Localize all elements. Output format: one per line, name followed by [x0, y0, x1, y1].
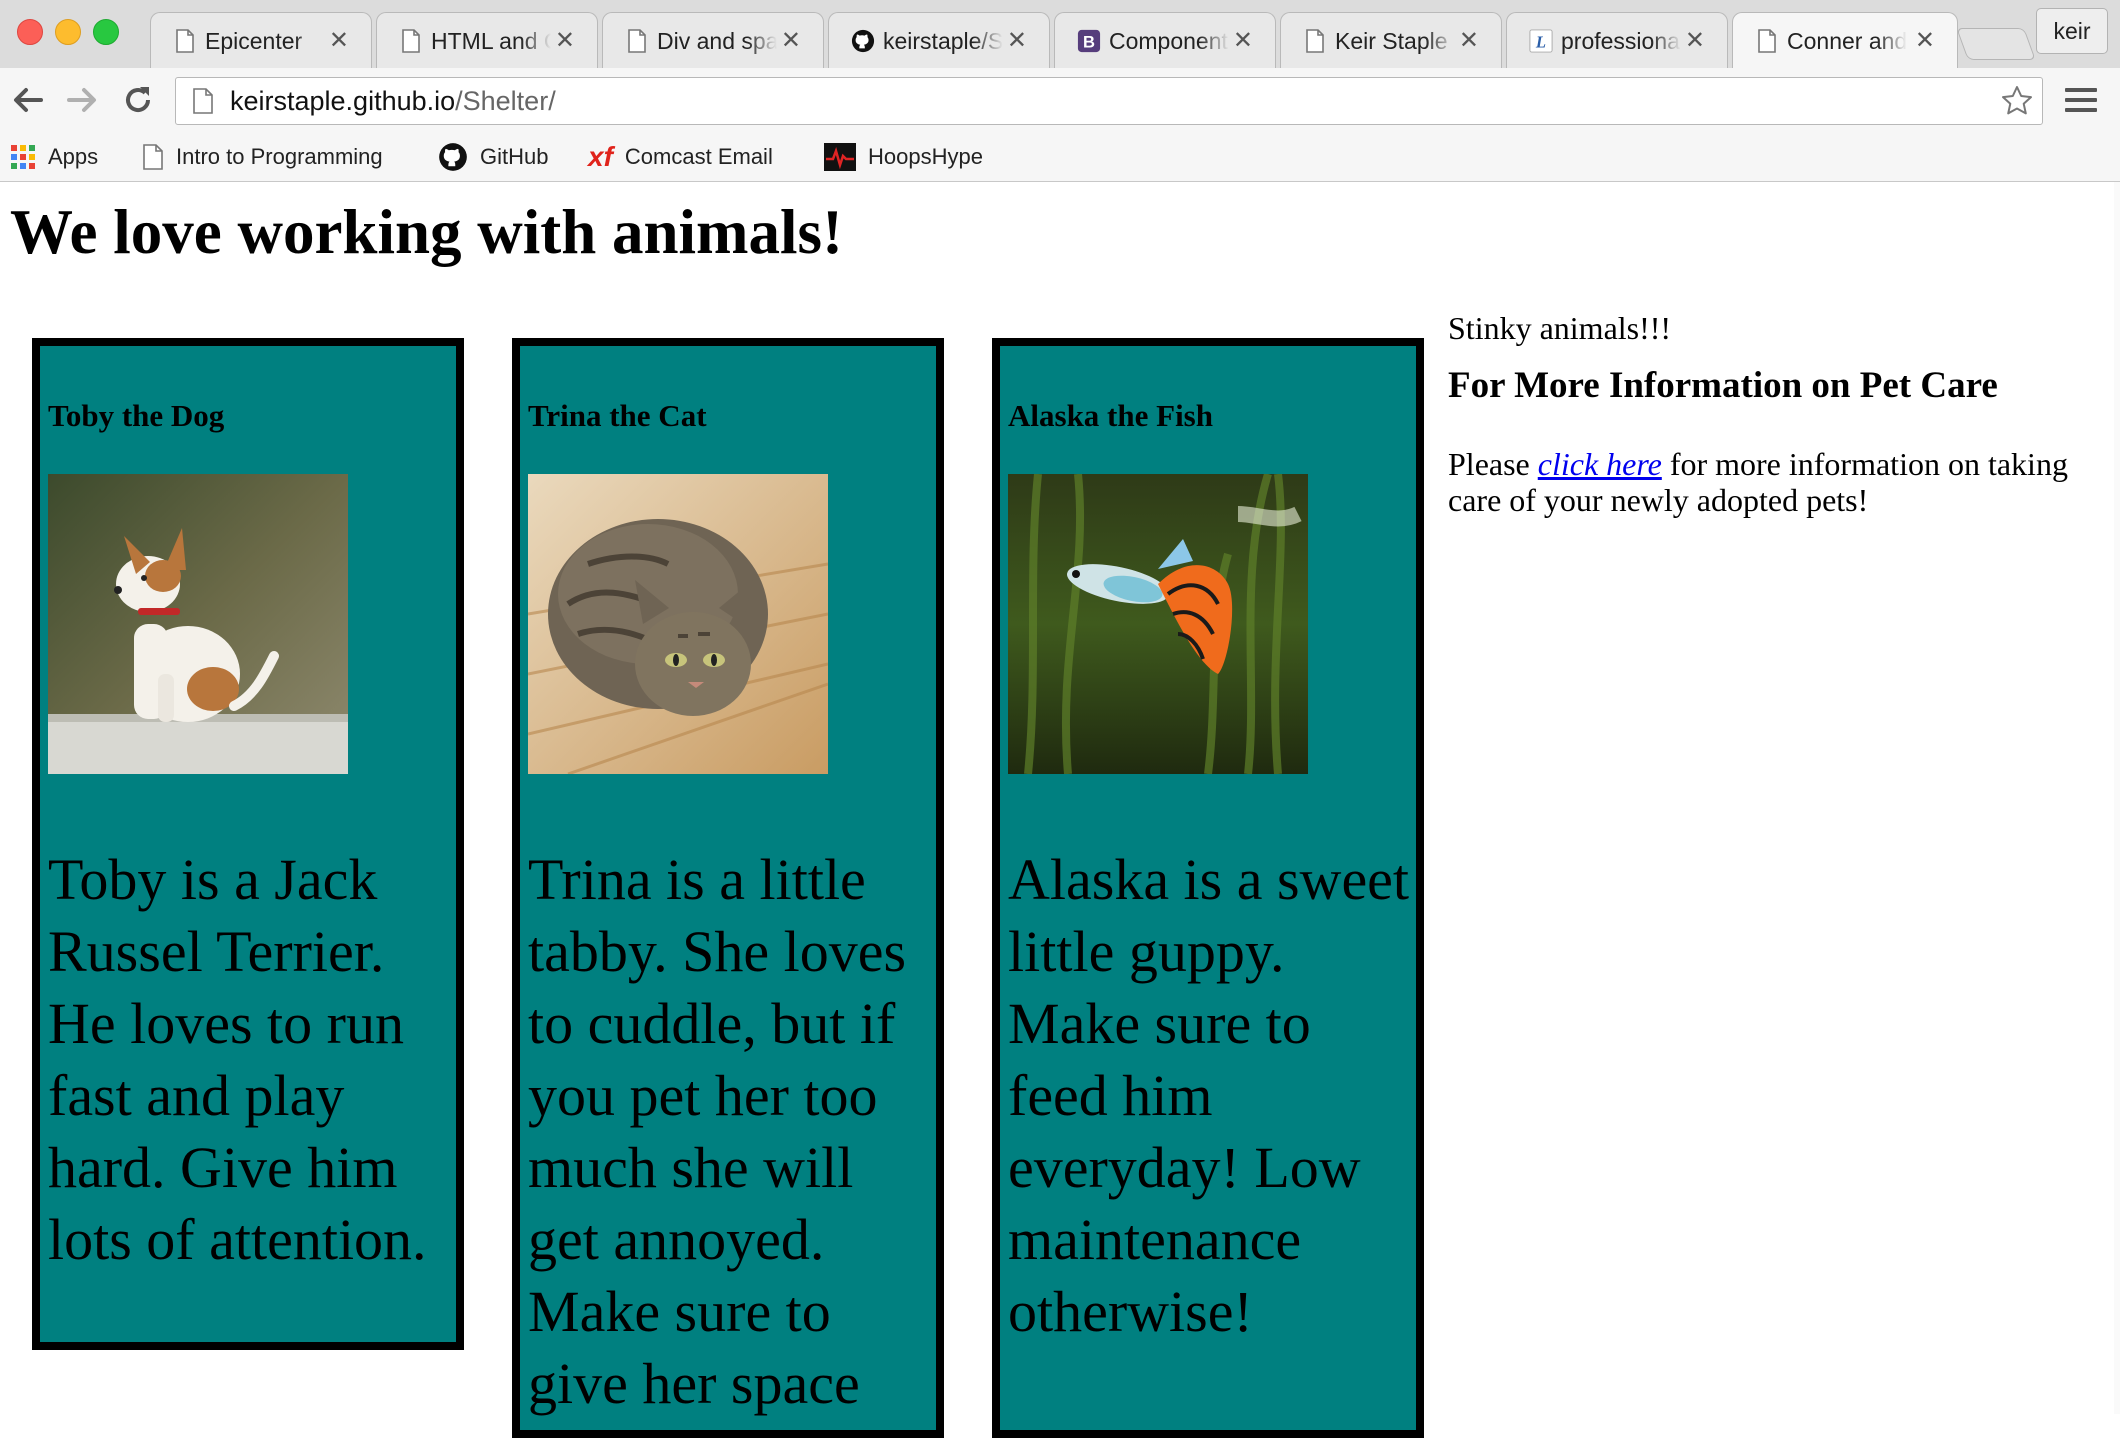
reload-button[interactable] — [116, 78, 160, 122]
scrollbar-track[interactable] — [2114, 182, 2120, 1414]
bookmark-label: HoopsHype — [868, 144, 983, 169]
animal-card-cat: Trina the Cat Trina is a little tabby. S… — [512, 338, 944, 1438]
page-icon — [625, 28, 649, 54]
bookmark-intro-to-programming[interactable]: Intro to Programming — [142, 142, 383, 172]
tab-title: Keir Staple — [1335, 28, 1448, 54]
bookmark-apps[interactable]: Apps — [10, 142, 98, 172]
close-icon[interactable]: ✕ — [1233, 26, 1253, 55]
address-bar[interactable]: keirstaple.github.io/Shelter/ — [175, 77, 2043, 125]
github-icon — [851, 28, 875, 54]
svg-text:L: L — [1535, 32, 1546, 51]
close-icon[interactable]: ✕ — [781, 26, 801, 55]
aside-note: Stinky animals!!! — [1448, 310, 1672, 346]
forward-button[interactable] — [60, 78, 104, 122]
svg-text:B: B — [1083, 32, 1095, 51]
bookmark-label: Apps — [48, 144, 99, 169]
back-button[interactable] — [6, 78, 50, 122]
bookmark-star-icon[interactable] — [2000, 84, 2034, 125]
page-info-icon[interactable] — [192, 88, 214, 121]
animal-card-dog: Toby the Dog Toby is a Jack Russel Terri… — [32, 338, 464, 1350]
linkedin-icon: L — [1529, 28, 1553, 54]
tab-bootstrap-components[interactable]: B Components ✕ — [1054, 12, 1276, 68]
page-icon — [142, 144, 164, 170]
minimize-window-button[interactable] — [55, 19, 81, 45]
page-content: We love working with animals! Toby the D… — [0, 182, 2120, 1438]
url-host: keirstaple.github.io — [230, 86, 456, 116]
pet-care-heading: For More Information on Pet Care — [1448, 365, 1998, 406]
xfinity-icon: xf — [588, 141, 613, 172]
page-icon — [173, 28, 197, 54]
bookmark-comcast-email[interactable]: xf Comcast Email — [588, 141, 773, 172]
browser-toolbar: keirstaple.github.io/Shelter/ — [0, 68, 2120, 134]
tab-epicenter[interactable]: Epicenter ✕ — [150, 12, 372, 68]
page-title: We love working with animals! — [10, 197, 844, 267]
animal-description: Trina is a little tabby. She loves to cu… — [528, 847, 907, 1416]
menu-hamburger-icon[interactable] — [2065, 84, 2097, 116]
tab-title: Epicenter — [205, 28, 303, 54]
page-icon — [1303, 28, 1327, 54]
bookmark-label: Comcast Email — [624, 144, 773, 169]
animal-name: Alaska the Fish — [1008, 398, 1213, 433]
animal-name: Trina the Cat — [528, 398, 707, 433]
forward-arrow-icon — [67, 88, 96, 112]
zoom-window-button[interactable] — [93, 19, 119, 45]
close-icon[interactable]: ✕ — [1915, 26, 1935, 55]
tab-professional[interactable]: L professional ✕ — [1506, 12, 1728, 68]
profile-button[interactable]: keir — [2036, 8, 2108, 54]
tab-github-shelter[interactable]: keirstaple/Shelter ✕ — [828, 12, 1050, 68]
bookmark-label: Intro to Programming — [176, 144, 383, 169]
tab-strip: Epicenter ✕ HTML and CSS ✕ Div and span … — [0, 0, 2120, 69]
close-icon[interactable]: ✕ — [329, 26, 349, 55]
url-text[interactable]: keirstaple.github.io/Shelter/ — [230, 86, 556, 117]
close-icon[interactable]: ✕ — [555, 26, 575, 55]
tab-keir-staple[interactable]: Keir Staple ✕ — [1280, 12, 1502, 68]
animal-description: Alaska is a sweet little guppy. Make sur… — [1008, 847, 1410, 1344]
bootstrap-icon: B — [1077, 28, 1101, 54]
animal-card-fish: Alaska the Fish Alaska is a sweet little… — [992, 338, 1424, 1438]
animal-description: Toby is a Jack Russel Terrier. He loves … — [48, 847, 427, 1272]
dog-photo — [48, 474, 348, 774]
animal-name: Toby the Dog — [48, 398, 225, 433]
bookmark-github[interactable]: GitHub — [438, 142, 548, 172]
close-window-button[interactable] — [17, 19, 43, 45]
tab-html-and-css[interactable]: HTML and CSS ✕ — [376, 12, 598, 68]
close-icon[interactable]: ✕ — [1685, 26, 1705, 55]
pet-care-paragraph: Please click here for more information o… — [1448, 446, 2088, 518]
hoopshype-icon — [824, 143, 856, 171]
page-icon — [1755, 28, 1779, 54]
tab-title: HTML and CSS — [431, 28, 551, 54]
cat-photo — [528, 474, 828, 774]
bookmark-label: GitHub — [480, 144, 549, 169]
tab-title: Div and span — [657, 28, 777, 54]
tab-title: Components — [1109, 28, 1229, 54]
reload-icon — [126, 87, 151, 113]
tab-title: professional — [1561, 28, 1681, 54]
browser-chrome: Epicenter ✕ HTML and CSS ✕ Div and span … — [0, 0, 2120, 182]
fish-photo — [1008, 474, 1308, 774]
tab-title: Conner and — [1787, 28, 1907, 54]
apps-grid-icon — [10, 144, 36, 170]
close-icon[interactable]: ✕ — [1459, 26, 1479, 55]
github-icon — [438, 142, 468, 172]
back-arrow-icon — [14, 88, 43, 112]
bookmark-hoopshype[interactable]: HoopsHype — [824, 142, 983, 172]
click-here-link[interactable]: click here — [1538, 446, 1662, 482]
tab-conner-and[interactable]: Conner and ✕ — [1732, 12, 1958, 69]
url-path: /Shelter/ — [455, 86, 556, 116]
tab-div-and-span[interactable]: Div and span ✕ — [602, 12, 824, 68]
close-icon[interactable]: ✕ — [1007, 26, 1027, 55]
para-text-before: Please — [1448, 446, 1538, 482]
tab-title: keirstaple/Shelter — [883, 28, 1003, 54]
bookmarks-bar: Apps Intro to Programming GitHub xf Comc… — [0, 134, 2120, 182]
new-tab-button[interactable] — [1956, 28, 2036, 60]
page-icon — [399, 28, 423, 54]
